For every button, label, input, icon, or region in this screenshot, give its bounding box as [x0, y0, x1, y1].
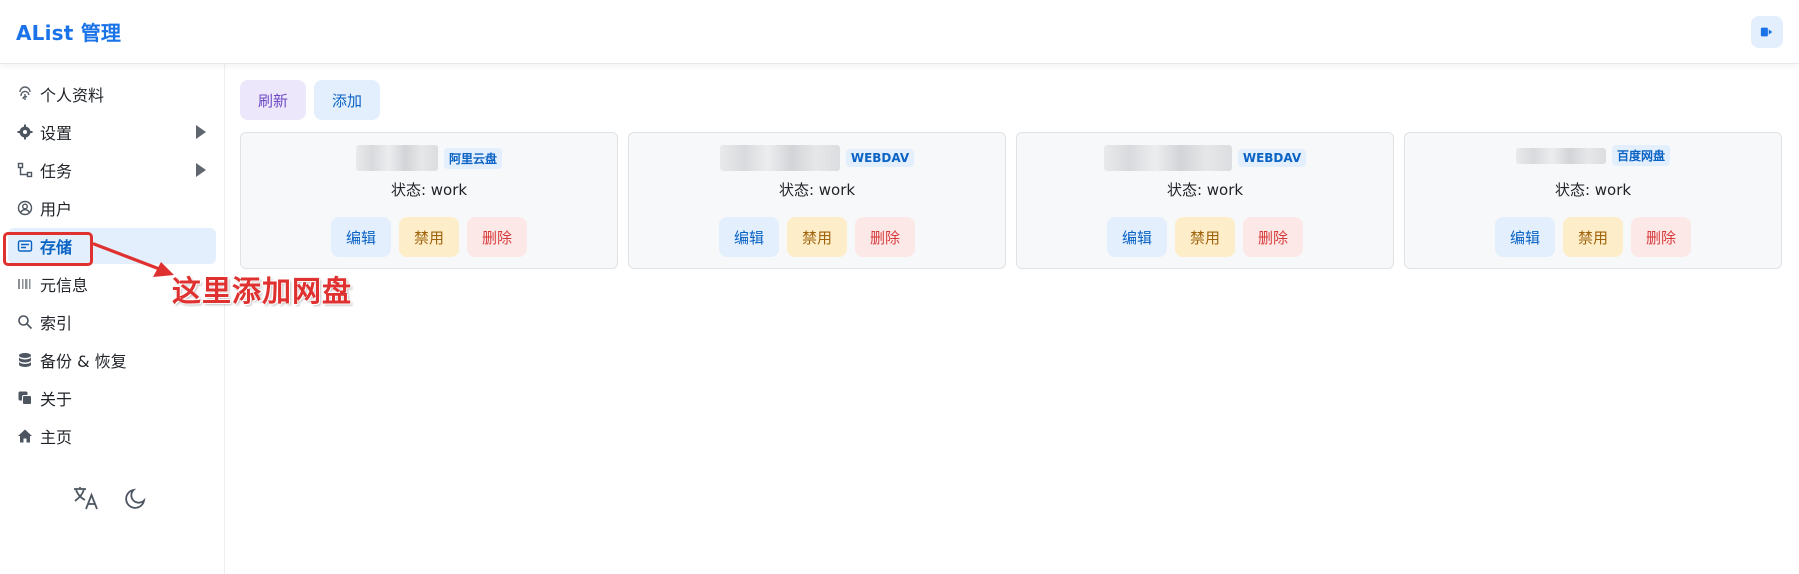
annotation-arrow-icon	[92, 242, 174, 277]
user-icon	[16, 199, 34, 217]
sidebar-item-label: 关于	[40, 390, 73, 409]
annotation-text: 这里添加网盘	[172, 274, 353, 308]
sidebar-item-label: 用户	[40, 200, 73, 219]
storage-list: 阿里云盘 状态: work 编辑 禁用 删除 WEBDAV 状态: work 编…	[240, 132, 1782, 269]
gear-icon	[16, 123, 34, 141]
disable-button[interactable]: 禁用	[1174, 217, 1235, 257]
database-icon	[16, 351, 34, 369]
sidebar-item-settings[interactable]: 设置	[8, 114, 216, 150]
sidebar-item-tasks[interactable]: 任务	[8, 152, 216, 188]
sidebar-item-label: 设置	[40, 124, 73, 143]
storage-icon	[16, 237, 34, 255]
storage-card: WEBDAV 状态: work 编辑 禁用 删除	[1016, 132, 1394, 269]
driver-badge: WEBDAV	[845, 149, 915, 167]
logout-icon	[1760, 27, 1773, 36]
storage-card: 百度网盘 状态: work 编辑 禁用 删除	[1404, 132, 1782, 269]
storage-card: 阿里云盘 状态: work 编辑 禁用 删除	[240, 132, 618, 269]
chevron-right-icon	[196, 125, 206, 139]
sidebar-item-label: 任务	[40, 162, 73, 181]
storage-toolbar: 刷新 添加	[240, 80, 1785, 120]
disable-button[interactable]: 禁用	[786, 217, 847, 257]
edit-button[interactable]: 编辑	[1494, 217, 1555, 257]
delete-button[interactable]: 删除	[855, 217, 916, 257]
app-title: AList 管理	[16, 21, 122, 45]
driver-badge: 百度网盘	[1611, 145, 1670, 166]
delete-button[interactable]: 删除	[1631, 217, 1692, 257]
moon-icon	[125, 488, 146, 509]
driver-badge: WEBDAV	[1237, 149, 1307, 167]
delete-button[interactable]: 删除	[1243, 217, 1304, 257]
sidebar: 个人资料 设置 任务 用户 存储 元信息 索引 备份 & 恢复 关于 主页	[0, 64, 225, 574]
search-icon	[16, 313, 34, 331]
chevron-right-icon	[196, 163, 206, 177]
fingerprint-icon	[16, 85, 34, 103]
add-storage-button[interactable]: 添加	[314, 80, 381, 120]
edit-button[interactable]: 编辑	[1106, 217, 1167, 257]
sidebar-item-label: 备份 & 恢复	[40, 352, 127, 371]
language-button[interactable]	[72, 484, 100, 512]
storage-status: 状态: work	[1554, 181, 1632, 199]
storage-name-redacted	[1515, 147, 1606, 164]
meta-icon	[16, 275, 34, 293]
logout-button[interactable]	[1751, 15, 1783, 48]
edit-button[interactable]: 编辑	[330, 217, 391, 257]
storage-name-redacted	[355, 145, 438, 171]
delete-button[interactable]: 删除	[467, 217, 528, 257]
sidebar-item-backup[interactable]: 备份 & 恢复	[8, 342, 216, 378]
sidebar-item-profile[interactable]: 个人资料	[8, 76, 216, 112]
sidebar-item-label: 索引	[40, 314, 73, 333]
theme-toggle-button[interactable]	[122, 484, 150, 512]
refresh-button[interactable]: 刷新	[240, 80, 307, 120]
home-icon	[16, 427, 34, 445]
storage-status: 状态: work	[1166, 181, 1244, 199]
translate-icon	[74, 487, 98, 510]
edit-button[interactable]: 编辑	[718, 217, 779, 257]
top-header: AList 管理	[0, 0, 1799, 64]
storage-name-redacted	[719, 145, 840, 171]
main-content: 刷新 添加 阿里云盘 状态: work 编辑 禁用 删除 WEBDAV 状态: …	[240, 80, 1785, 269]
storage-status: 状态: work	[778, 181, 856, 199]
sidebar-item-about[interactable]: 关于	[8, 380, 216, 416]
disable-button[interactable]: 禁用	[398, 217, 459, 257]
sidebar-tools	[72, 484, 150, 512]
sidebar-item-label: 主页	[40, 428, 73, 447]
driver-badge: 阿里云盘	[443, 147, 502, 169]
copy-icon	[16, 389, 34, 407]
sidebar-item-home[interactable]: 主页	[8, 418, 216, 454]
storage-card: WEBDAV 状态: work 编辑 禁用 删除	[628, 132, 1006, 269]
sidebar-item-users[interactable]: 用户	[8, 190, 216, 226]
disable-button[interactable]: 禁用	[1562, 217, 1623, 257]
tasks-icon	[16, 161, 34, 179]
storage-status: 状态: work	[390, 181, 468, 199]
sidebar-item-label: 存储	[40, 238, 73, 257]
storage-name-redacted	[1103, 145, 1232, 171]
sidebar-item-label: 元信息	[40, 276, 89, 295]
sidebar-item-label: 个人资料	[40, 86, 105, 105]
